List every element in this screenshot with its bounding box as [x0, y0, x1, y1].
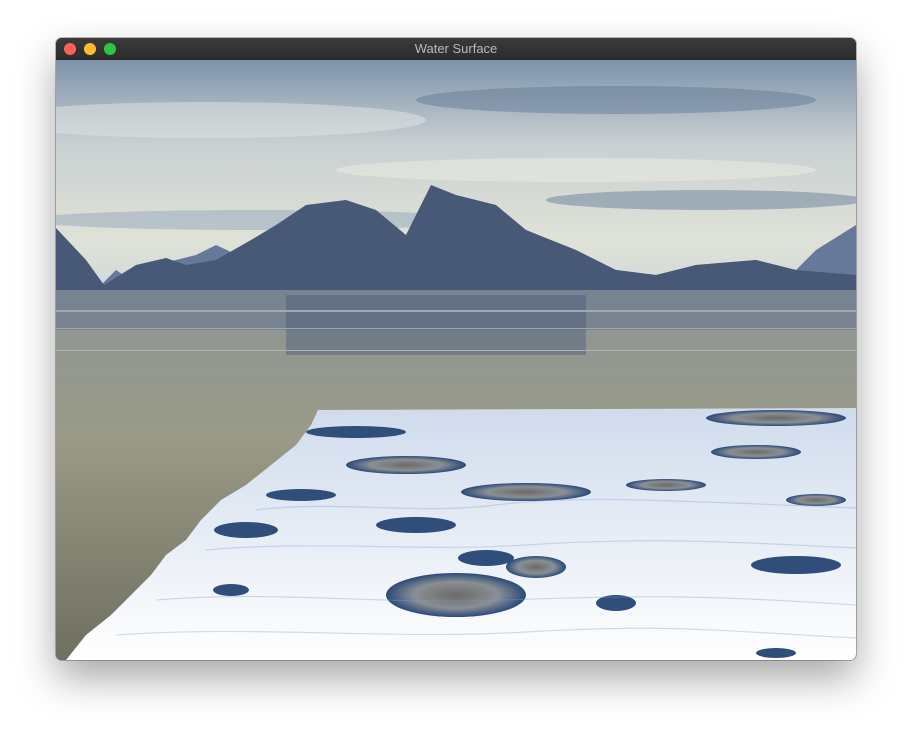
title-bar[interactable]: Water Surface — [56, 38, 856, 61]
render-viewport[interactable] — [56, 60, 856, 660]
water-scene — [56, 60, 856, 660]
window-title: Water Surface — [414, 41, 498, 56]
app-window: Water Surface — [56, 38, 856, 660]
